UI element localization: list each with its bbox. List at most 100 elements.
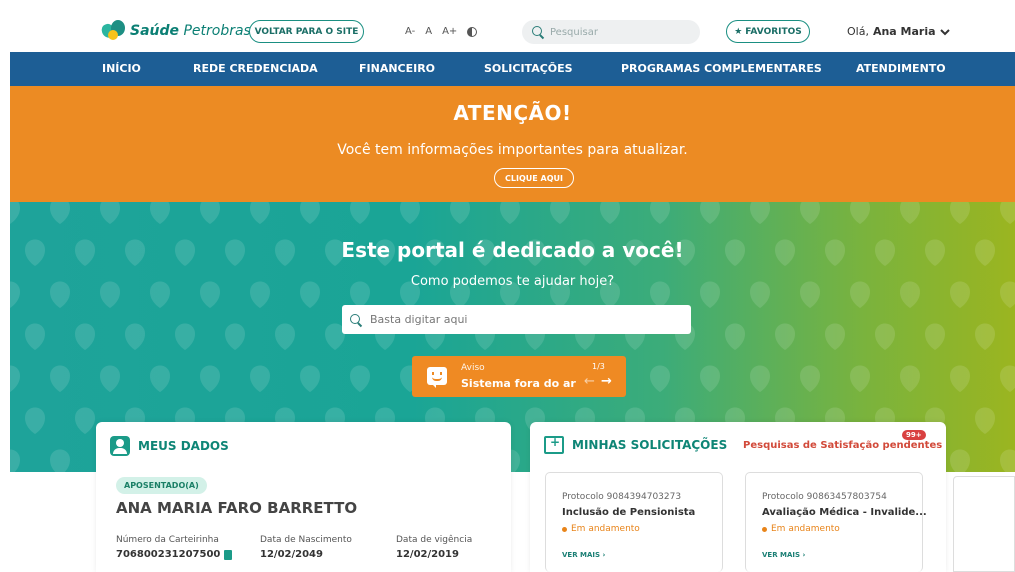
pattern-shape bbox=[300, 365, 320, 392]
header-search-placeholder: Pesquisar bbox=[550, 26, 598, 38]
pattern-shape bbox=[750, 365, 770, 392]
pattern-shape bbox=[1000, 365, 1015, 392]
pattern-shape bbox=[900, 365, 920, 392]
alert-message: Você tem informações importantes para at… bbox=[337, 142, 688, 158]
search-icon bbox=[350, 313, 362, 326]
notice-carousel[interactable]: Aviso Sistema fora do ar 1/3 ← → bbox=[412, 356, 626, 397]
pattern-shape bbox=[25, 323, 45, 350]
pattern-shape bbox=[875, 323, 895, 350]
hero-search-placeholder: Basta digitar aqui bbox=[370, 313, 468, 326]
pattern-shape bbox=[950, 449, 970, 472]
pattern-shape bbox=[925, 323, 945, 350]
copy-icon[interactable] bbox=[224, 549, 233, 560]
nav-item-atendimento[interactable]: ATENDIMENTO bbox=[856, 62, 946, 75]
search-icon bbox=[532, 26, 544, 38]
validity-date-value: 12/02/2019 bbox=[396, 549, 459, 560]
pattern-shape bbox=[10, 449, 20, 472]
nav-item-solicitacoes[interactable]: SOLICITAÇÕES bbox=[484, 62, 573, 75]
user-menu[interactable]: Olá, Ana Maria bbox=[847, 25, 950, 38]
status-badge: APOSENTADO(A) bbox=[116, 477, 207, 494]
font-normal-button[interactable]: A bbox=[425, 26, 432, 37]
status-dot-icon bbox=[762, 526, 767, 532]
pattern-shape bbox=[225, 323, 245, 350]
nav-item-financeiro[interactable]: FINANCEIRO bbox=[359, 62, 435, 75]
user-name: Ana Maria bbox=[872, 25, 936, 38]
my-requests-header: MINHAS SOLICITAÇÕES bbox=[544, 435, 728, 454]
pattern-shape bbox=[50, 449, 70, 472]
request-icon bbox=[544, 435, 564, 454]
logo-text: Saúde Petrobras bbox=[130, 23, 251, 39]
pattern-shape bbox=[100, 365, 120, 392]
pattern-shape bbox=[500, 202, 520, 224]
pattern-shape bbox=[200, 365, 220, 392]
my-requests-title: MINHAS SOLICITAÇÕES bbox=[572, 438, 728, 452]
pattern-shape bbox=[825, 323, 845, 350]
saude-petrobras-logo[interactable]: Saúde Petrobras bbox=[99, 20, 251, 42]
hero-title: Este portal é dedicado a você! bbox=[341, 238, 684, 262]
request-protocol: Protocolo 9084394703273 bbox=[562, 492, 682, 502]
contrast-icon[interactable] bbox=[467, 26, 478, 37]
pattern-shape bbox=[10, 202, 20, 224]
pattern-shape bbox=[25, 407, 45, 434]
chat-icon bbox=[427, 367, 447, 388]
alert-title: ATENÇÃO! bbox=[453, 101, 572, 125]
pattern-shape bbox=[650, 202, 670, 224]
pattern-shape bbox=[850, 202, 870, 224]
pattern-shape bbox=[1000, 202, 1015, 224]
greeting-prefix: Olá, bbox=[847, 25, 869, 38]
pattern-shape bbox=[850, 365, 870, 392]
nav-item-rede-credenciada[interactable]: REDE CREDENCIADA bbox=[193, 62, 318, 75]
pattern-shape bbox=[275, 323, 295, 350]
nav-item-programas-complementares[interactable]: PROGRAMAS COMPLEMENTARES bbox=[621, 62, 822, 75]
request-title: Avaliação Médica - Invalide... bbox=[762, 507, 927, 518]
pattern-shape bbox=[800, 202, 820, 224]
pending-surveys-badge: 99+ bbox=[902, 430, 926, 440]
birth-date-value: 12/02/2049 bbox=[260, 549, 323, 560]
see-more-link[interactable]: VER MAIS › bbox=[562, 551, 605, 559]
pattern-shape bbox=[400, 202, 420, 224]
pattern-shape bbox=[50, 202, 70, 224]
notice-text: Sistema fora do ar bbox=[461, 377, 576, 390]
status-dot-icon bbox=[562, 526, 567, 532]
beneficiary-name: ANA MARIA FARO BARRETTO bbox=[116, 499, 358, 517]
partial-card bbox=[953, 476, 1015, 572]
pattern-shape bbox=[75, 407, 95, 434]
pattern-shape bbox=[125, 323, 145, 350]
card-number-label: Número da Carteirinha bbox=[116, 535, 219, 545]
request-title: Inclusão de Pensionista bbox=[562, 507, 696, 518]
pattern-shape bbox=[700, 365, 720, 392]
click-here-button[interactable]: CLIQUE AQUI bbox=[494, 168, 574, 188]
favorites-button[interactable]: ★ FAVORITOS bbox=[726, 20, 810, 43]
back-to-site-button[interactable]: VOLTAR PARA O SITE bbox=[249, 20, 364, 43]
pattern-shape bbox=[800, 365, 820, 392]
pattern-shape bbox=[350, 202, 370, 224]
request-item[interactable]: Protocolo 90863457803754 Avaliação Médic… bbox=[745, 472, 927, 572]
nav-item-inicio[interactable]: INÍCIO bbox=[102, 62, 141, 75]
request-status: Em andamento bbox=[562, 524, 640, 534]
hero-subtitle: Como podemos te ajudar hoje? bbox=[410, 274, 615, 289]
card-number-value: 706800231207500 bbox=[116, 549, 233, 560]
my-data-header: MEUS DADOS bbox=[110, 436, 229, 456]
pattern-shape bbox=[750, 202, 770, 224]
pattern-shape bbox=[75, 323, 95, 350]
header-search-input[interactable]: Pesquisar bbox=[522, 20, 700, 44]
font-decrease-button[interactable]: A- bbox=[405, 26, 415, 37]
arrow-right-icon[interactable]: → bbox=[601, 374, 612, 389]
request-item[interactable]: Protocolo 9084394703273 Inclusão de Pens… bbox=[545, 472, 723, 572]
pattern-shape bbox=[650, 365, 670, 392]
arrow-left-icon[interactable]: ← bbox=[584, 374, 595, 389]
pattern-shape bbox=[10, 365, 20, 392]
chevron-down-icon bbox=[939, 28, 950, 35]
see-more-link[interactable]: VER MAIS › bbox=[762, 551, 805, 559]
hero-search-input[interactable]: Basta digitar aqui bbox=[342, 305, 691, 334]
birth-date-label: Data de Nascimento bbox=[260, 535, 352, 545]
my-data-card: MEUS DADOS APOSENTADO(A) ANA MARIA FARO … bbox=[96, 422, 511, 572]
pattern-shape bbox=[175, 323, 195, 350]
validity-date-label: Data de vigência bbox=[396, 535, 473, 545]
font-increase-button[interactable]: A+ bbox=[442, 26, 457, 37]
pattern-shape bbox=[150, 365, 170, 392]
pattern-shape bbox=[600, 202, 620, 224]
pattern-shape bbox=[350, 365, 370, 392]
pending-surveys-link[interactable]: Pesquisas de Satisfação pendentes bbox=[743, 440, 942, 451]
pattern-shape bbox=[950, 202, 970, 224]
